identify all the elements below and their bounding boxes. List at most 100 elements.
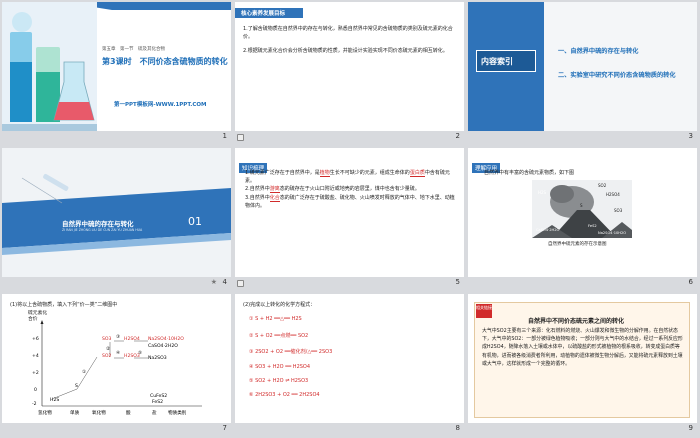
slide-cell-4[interactable]: 自然界中硫的存在与转化 ZI RAN JIE ZHONG LIU DE CUN … — [0, 146, 233, 292]
x-tick: 单质 — [70, 411, 80, 416]
slide-cell-1[interactable]: 第五章 第一节 硫及其化合物 第3课时 不同价态含硫物质的转化 第一PPT模板网… — [0, 0, 233, 146]
point-caso4: CaSO4·2H2O — [148, 344, 178, 349]
label-so3: SO3 — [614, 208, 623, 213]
point-na2so4: Na2SO4·10H2O — [148, 337, 184, 342]
x-tick: 盐 — [152, 411, 157, 416]
slide-cell-8[interactable]: (2)完成以上转化的化学方程式： ① S + H2 ══△══ H2S ② S … — [233, 292, 466, 438]
slide-number: 8 — [455, 424, 460, 432]
index-item-1[interactable]: 一、自然界中硫的存在与转化 — [558, 46, 638, 55]
question-text: 自然界中有丰富的含硫元素物质，如下图 — [484, 170, 575, 176]
point-h2so4: H2SO4 — [124, 337, 140, 342]
section-header: 核心素养发展目标 — [241, 11, 286, 17]
label-so2: SO2 — [598, 183, 607, 188]
link-title: 自然界中不同价态硫元素之间的转化 — [528, 318, 625, 325]
star-icon: ★ — [210, 278, 217, 286]
slide-grid: 第五章 第一节 硫及其化合物 第3课时 不同价态含硫物质的转化 第一PPT模板网… — [0, 0, 700, 438]
slide-footer-1: 1 — [0, 131, 233, 146]
y-tick: +2 — [32, 371, 39, 376]
point-s: S — [75, 384, 78, 389]
equation-4: ④ SO3 + H2O ══ H2SO4 — [249, 364, 311, 370]
point-so3: SO3 — [102, 337, 112, 342]
y-tick: 0 — [34, 388, 37, 393]
section-number: 01 — [188, 215, 202, 228]
slide-number: 4 — [222, 278, 227, 286]
slide-thumbnail-1[interactable]: 第五章 第一节 硫及其化合物 第3课时 不同价态含硫物质的转化 第一PPT模板网… — [2, 2, 231, 131]
note-icon — [237, 280, 244, 287]
slide-thumbnail-9[interactable]: 相关链接 自然界中不同价态硫元素之间的转化 大气中SO2主要有三个来源：化石燃料… — [468, 294, 697, 423]
slide-footer-3: 3 — [466, 131, 699, 146]
label-h2s: H2S — [538, 190, 547, 195]
slide-cell-2[interactable]: 核心素养发展目标 1.了解含硫物质在自然界中的存在与转化，熟悉自然界中常见的含硫… — [233, 0, 466, 146]
link-body: 大气中SO2主要有三个来源：化石燃料的燃烧、火山爆发和微生物的分解作用。在自然状… — [482, 328, 683, 367]
slide-thumbnail-3[interactable]: 内容索引 一、自然界中硫的存在与转化 二、实验室中研究不同价态含硫物质的转化 — [468, 2, 697, 131]
label-fes2: FeS2 — [588, 224, 597, 228]
slide-footer-4: ★ 4 — [0, 277, 233, 292]
site-text: 第一PPT模板网-WWW.1PPT.COM — [114, 102, 207, 108]
section-title: 自然界中硫的存在与转化 — [62, 220, 134, 228]
transition-line — [76, 356, 98, 390]
slide-cell-5[interactable]: 知识梳理 1.硫元素广泛存在于自然界中，是植物生长不可缺少的元素，组成生命体的蛋… — [233, 146, 466, 292]
index-title: 内容索引 — [481, 57, 513, 66]
y-tick: +6 — [32, 337, 39, 342]
y-tick: -2 — [32, 402, 37, 407]
x-tick: 物质类别 — [168, 411, 187, 416]
slide-cell-9[interactable]: 相关链接 自然界中不同价态硫元素之间的转化 大气中SO2主要有三个来源：化石燃料… — [466, 292, 699, 438]
x-tick: 氢化物 — [38, 411, 52, 416]
marker-3: ③ — [116, 335, 121, 340]
equation-5: ⑤ SO2 + H2O ⇌ H2SO3 — [249, 378, 309, 384]
slide-footer-2: 2 — [233, 131, 466, 146]
x-tick: 酸 — [126, 411, 131, 416]
equation-1: ① S + H2 ══△══ H2S — [249, 316, 302, 322]
slide-footer-6: 6 — [466, 277, 699, 292]
note-icon — [237, 134, 244, 141]
slide-thumbnail-8[interactable]: (2)完成以上转化的化学方程式： ① S + H2 ══△══ H2S ② S … — [235, 294, 464, 423]
equation-6: ⑥ 2H2SO3 + O2 ══ 2H2SO4 — [249, 392, 320, 398]
index-item-2[interactable]: 二、实验室中研究不同价态含硫物质的转化 — [558, 70, 676, 79]
marker-1: ① — [82, 370, 87, 375]
slide-number: 6 — [688, 278, 693, 286]
slide-thumbnail-7[interactable]: (1)将以上含硫物质，填入下列“价—类”二维图中 硫元素化合价 +6 +4 +2… — [2, 294, 231, 423]
slide-cell-6[interactable]: 理解应用 自然界中有丰富的含硫元素物质，如下图 H2S SO2 S H2SO4 … — [466, 146, 699, 292]
related-link-badge: 相关链接 — [476, 304, 492, 318]
label-na2so4: Na2SO4·10H2O — [598, 231, 627, 235]
slide-footer-9: 9 — [466, 423, 699, 438]
x-tick: 氧化物 — [92, 411, 106, 416]
slide-number: 7 — [222, 424, 227, 432]
slide-number: 1 — [222, 132, 227, 140]
image-caption: 自然界中硫元素的存在示意图 — [548, 242, 607, 247]
section-pinyin: ZI RAN JIE ZHONG LIU DE CUN ZAI YU ZHUAN… — [62, 228, 143, 232]
slide-number: 2 — [455, 132, 460, 140]
slide-thumbnail-2[interactable]: 核心素养发展目标 1.了解含硫物质在自然界中的存在与转化，熟悉自然界中常见的含硫… — [235, 2, 464, 131]
equation-2: ② S + O2 ══点燃══ SO2 — [249, 333, 309, 339]
slide-thumbnail-4[interactable]: 自然界中硫的存在与转化 ZI RAN JIE ZHONG LIU DE CUN … — [2, 148, 231, 277]
slide-footer-7: 7 — [0, 423, 233, 438]
point-so2: SO2 — [102, 354, 112, 359]
marker-4: ④ — [116, 351, 121, 356]
equation-3: ③ 2SO2 + O2 ══催化剂/△══ 2SO3 — [249, 349, 333, 355]
slide-number: 3 — [688, 132, 693, 140]
y-axis-arrow — [40, 320, 44, 324]
point-na2so3: Na2SO3 — [148, 356, 167, 361]
slide-thumbnail-6[interactable]: 理解应用 自然界中有丰富的含硫元素物质，如下图 H2S SO2 S H2SO4 … — [468, 148, 697, 277]
goal-1: 1.了解含硫物质在自然界中的存在与转化，熟悉自然界中常见的含硫物质的类别及硫元素… — [243, 26, 453, 40]
slide-cell-7[interactable]: (1)将以上含硫物质，填入下列“价—类”二维图中 硫元素化合价 +6 +4 +2… — [0, 292, 233, 438]
chapter-line: 第五章 第一节 硫及其化合物 — [102, 47, 165, 52]
lesson-title: 第3课时 不同价态含硫物质的转化 — [102, 57, 228, 66]
slide-number: 5 — [455, 278, 460, 286]
slide-number: 9 — [688, 424, 693, 432]
knowledge-line-1: 1.硫元素广泛存在于自然界中，是植物生长不可缺少的元素，组成生命体的蛋白质中含有… — [245, 170, 450, 184]
goal-2: 2.根据硫元素化合价会分析含硫物质的性质，并能设计实验实现不同价态硫元素的相互转… — [243, 48, 448, 54]
section-banner — [2, 174, 231, 255]
marker-5: ⑤ — [138, 351, 143, 356]
marker-2: ② — [106, 347, 111, 352]
label-caso4: CaSO4·2H2O — [536, 228, 560, 232]
equation-question: (2)完成以上转化的化学方程式： — [243, 302, 316, 308]
point-fes2: FeS2 — [152, 400, 164, 405]
knowledge-line-3: 3.自然界中化合态的硫广泛存在于硫酸盐、硫化物、火山喷发时释放的气体中、地下水里… — [245, 195, 455, 209]
slide-thumbnail-5[interactable]: 知识梳理 1.硫元素广泛存在于自然界中，是植物生长不可缺少的元素，组成生命体的蛋… — [235, 148, 464, 277]
knowledge-line-2: 2.自然界中游离态的硫存在于火山口附近或地壳的岩层里，煤中也含有少量硫。 — [245, 186, 420, 193]
slide-cell-3[interactable]: 内容索引 一、自然界中硫的存在与转化 二、实验室中研究不同价态含硫物质的转化 3 — [466, 0, 699, 146]
label-s: S — [580, 203, 583, 208]
point-h2s: H2S — [50, 398, 60, 403]
slide-footer-8: 8 — [233, 423, 466, 438]
